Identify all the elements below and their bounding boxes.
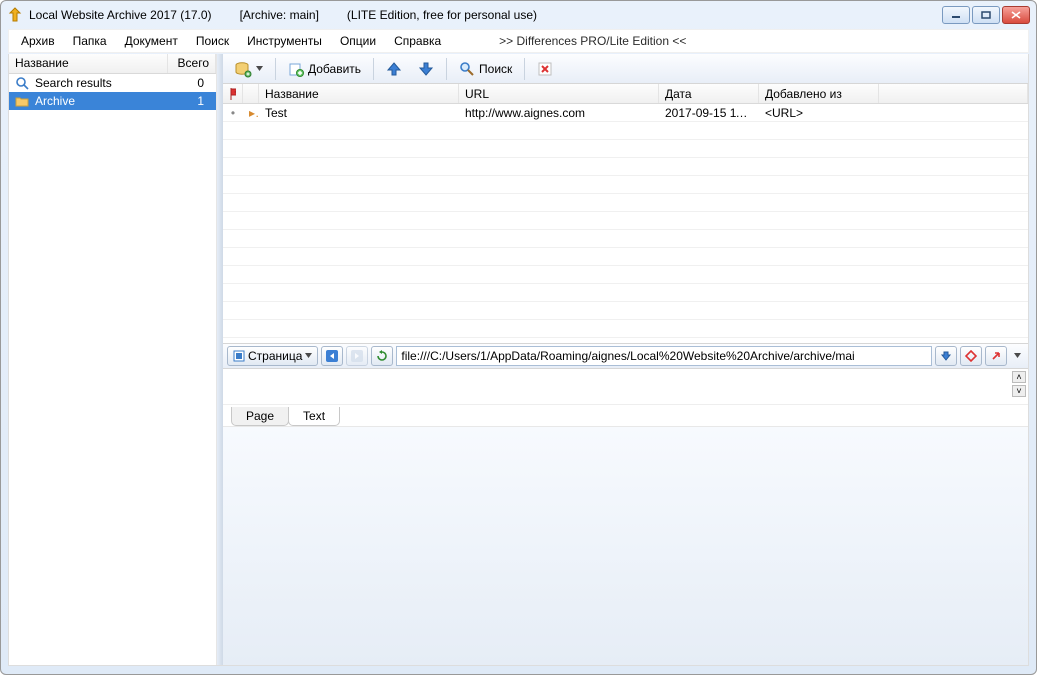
sidebar-col-count[interactable]: Всего bbox=[168, 54, 216, 73]
separator bbox=[275, 58, 276, 80]
menu-tools[interactable]: Инструменты bbox=[239, 31, 330, 51]
title-app: Local Website Archive 2017 (17.0) bbox=[29, 8, 212, 22]
down-arrow-button[interactable] bbox=[935, 346, 957, 366]
titlebar: Local Website Archive 2017 (17.0) [Archi… bbox=[1, 1, 1036, 29]
body: Название Всего Search results 0 Archive … bbox=[8, 54, 1029, 666]
down-button[interactable] bbox=[411, 57, 441, 81]
app-window: Local Website Archive 2017 (17.0) [Archi… bbox=[0, 0, 1037, 675]
nav-forward-button[interactable] bbox=[346, 346, 368, 366]
scroll-up-button[interactable]: ˄ bbox=[1012, 371, 1026, 383]
tab-page[interactable]: Page bbox=[231, 407, 289, 426]
add-button[interactable]: Добавить bbox=[281, 57, 368, 81]
menubar: Архив Папка Документ Поиск Инструменты О… bbox=[8, 29, 1029, 53]
search-icon bbox=[15, 76, 29, 90]
close-button[interactable] bbox=[1002, 6, 1030, 24]
maximize-button[interactable] bbox=[972, 6, 1000, 24]
folder-icon bbox=[15, 94, 29, 108]
nav-back-button[interactable] bbox=[321, 346, 343, 366]
more-dropdown[interactable] bbox=[1010, 346, 1024, 366]
diamond-button[interactable] bbox=[960, 346, 982, 366]
menu-options[interactable]: Опции bbox=[332, 31, 384, 51]
refresh-button[interactable] bbox=[371, 346, 393, 366]
separator bbox=[373, 58, 374, 80]
col-url[interactable]: URL bbox=[459, 84, 659, 103]
scroll-down-button[interactable]: ˅ bbox=[1012, 385, 1026, 397]
url-text: file:///C:/Users/1/AppData/Roaming/aigne… bbox=[401, 349, 854, 363]
url-bar[interactable]: file:///C:/Users/1/AppData/Roaming/aigne… bbox=[396, 346, 932, 366]
grid-body[interactable]: • ▸ Test http://www.aignes.com 2017-09-1… bbox=[223, 104, 1028, 343]
separator bbox=[446, 58, 447, 80]
menu-help[interactable]: Справка bbox=[386, 31, 449, 51]
col-filler bbox=[879, 84, 1028, 103]
external-button[interactable] bbox=[985, 346, 1007, 366]
row-bullet: ▸ bbox=[243, 106, 259, 120]
app-icon bbox=[7, 7, 23, 23]
page-label: Страница bbox=[248, 349, 302, 363]
add-label: Добавить bbox=[308, 62, 361, 76]
col-added[interactable]: Добавлено из bbox=[759, 84, 879, 103]
row-url: http://www.aignes.com bbox=[459, 106, 659, 120]
sidebar-header: Название Всего bbox=[9, 54, 216, 74]
db-button[interactable] bbox=[227, 57, 270, 81]
search-button[interactable]: Поиск bbox=[452, 57, 519, 81]
tabbar: Page Text bbox=[223, 405, 1028, 427]
row-name: Test bbox=[259, 106, 459, 120]
menu-folder[interactable]: Папка bbox=[65, 31, 115, 51]
menu-archive[interactable]: Архив bbox=[13, 31, 63, 51]
table-row[interactable]: • ▸ Test http://www.aignes.com 2017-09-1… bbox=[223, 104, 1028, 122]
preview-area: ˄ ˅ bbox=[223, 369, 1028, 405]
minimize-button[interactable] bbox=[942, 6, 970, 24]
row-added: <URL> bbox=[759, 106, 879, 120]
separator bbox=[524, 58, 525, 80]
menu-promo[interactable]: >> Differences PRO/Lite Edition << bbox=[491, 31, 694, 51]
col-flag[interactable] bbox=[223, 84, 243, 103]
sidebar-item-count: 0 bbox=[197, 76, 210, 90]
title-archive: [Archive: main] bbox=[240, 8, 319, 22]
sidebar-item-label: Archive bbox=[35, 94, 75, 108]
statusbar bbox=[223, 427, 1028, 666]
menu-search[interactable]: Поиск bbox=[188, 31, 237, 51]
sidebar-item-count: 1 bbox=[197, 94, 210, 108]
sidebar-item-search-results[interactable]: Search results 0 bbox=[9, 74, 216, 92]
row-date: 2017-09-15 11:... bbox=[659, 106, 759, 120]
sidebar-item-archive[interactable]: Archive 1 bbox=[9, 92, 216, 110]
title-edition: (LITE Edition, free for personal use) bbox=[347, 8, 537, 22]
sidebar-col-name[interactable]: Название bbox=[9, 54, 168, 73]
sidebar-item-label: Search results bbox=[35, 76, 112, 90]
page-dropdown[interactable]: Страница bbox=[227, 346, 318, 366]
tab-text[interactable]: Text bbox=[288, 407, 340, 426]
col-name[interactable]: Название bbox=[259, 84, 459, 103]
main-panel: Добавить Поиск Название URL Дата bbox=[223, 54, 1028, 665]
up-button[interactable] bbox=[379, 57, 409, 81]
delete-button[interactable] bbox=[530, 57, 560, 81]
bottom-toolbar: Страница file:///C:/Users/1/AppData/Roam… bbox=[223, 343, 1028, 369]
col-date[interactable]: Дата bbox=[659, 84, 759, 103]
grid-header: Название URL Дата Добавлено из bbox=[223, 84, 1028, 104]
menu-document[interactable]: Документ bbox=[117, 31, 186, 51]
toolbar: Добавить Поиск bbox=[223, 54, 1028, 84]
row-flag: • bbox=[223, 106, 243, 120]
sidebar: Название Всего Search results 0 Archive … bbox=[9, 54, 217, 665]
col-bullet[interactable] bbox=[243, 84, 259, 103]
search-label: Поиск bbox=[479, 62, 512, 76]
